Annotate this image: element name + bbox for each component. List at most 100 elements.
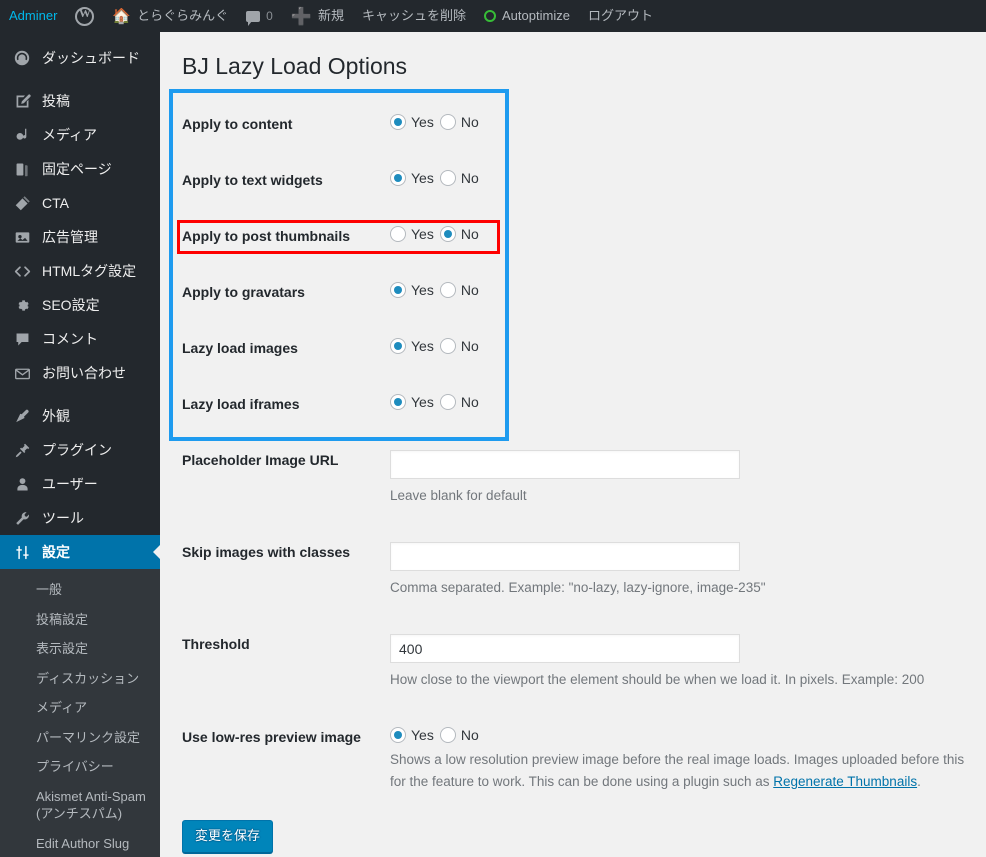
- radio-group-lazy-load-images: Yes No: [390, 337, 976, 354]
- radio-apply-to-gravatars-no[interactable]: [439, 281, 456, 298]
- radio-wrap-yes[interactable]: Yes: [390, 393, 434, 410]
- sidebar-item-appearance[interactable]: 外観: [0, 399, 160, 433]
- sidebar-item-seo[interactable]: SEO設定: [0, 288, 160, 322]
- adminbar-site-name-label: とらぐらみんぐ: [137, 8, 229, 23]
- radio-wrap-yes[interactable]: Yes: [390, 169, 434, 186]
- radio-wrap-no[interactable]: No: [439, 393, 479, 410]
- radio-label-no[interactable]: No: [461, 282, 479, 298]
- comment-icon: [12, 329, 32, 349]
- home-icon: 🏠: [112, 7, 132, 25]
- sidebar-subitem-reading[interactable]: 表示設定: [0, 634, 160, 664]
- radio-wrap-no[interactable]: No: [439, 281, 479, 298]
- radio-label-no[interactable]: No: [461, 338, 479, 354]
- radio-label-no[interactable]: No: [461, 170, 479, 186]
- radio-wrap-yes[interactable]: Yes: [390, 225, 434, 242]
- radio-wrap-no[interactable]: No: [439, 225, 479, 242]
- radio-label-yes[interactable]: Yes: [411, 394, 434, 410]
- radio-wrap-no[interactable]: No: [439, 113, 479, 130]
- radio-apply-to-gravatars-yes[interactable]: [390, 281, 406, 298]
- radio-wrap-yes[interactable]: Yes: [390, 337, 434, 354]
- sidebar-item-cta[interactable]: CTA: [0, 186, 160, 220]
- sidebar-item-contact[interactable]: お問い合わせ: [0, 356, 160, 390]
- skip-classes-input[interactable]: [390, 542, 740, 572]
- radio-label-no[interactable]: No: [461, 226, 479, 242]
- sidebar-item-pages[interactable]: 固定ページ: [0, 152, 160, 186]
- sidebar-subitem-discussion[interactable]: ディスカッション: [0, 664, 160, 694]
- threshold-description: How close to the viewport the element sh…: [390, 672, 925, 688]
- radio-apply-to-text-widgets-yes[interactable]: [390, 169, 406, 186]
- sidebar-subitem-media[interactable]: メディア: [0, 693, 160, 723]
- radio-label-no[interactable]: No: [461, 114, 479, 130]
- sidebar-item-settings[interactable]: 設定: [0, 535, 160, 569]
- radio-wrap-yes[interactable]: Yes: [390, 726, 434, 743]
- radio-wrap-no[interactable]: No: [439, 169, 479, 186]
- radio-wrap-no[interactable]: No: [439, 337, 479, 354]
- sidebar-subitem-privacy[interactable]: プライバシー: [0, 752, 160, 782]
- sidebar-item-label: SEO設定: [42, 296, 100, 313]
- adminbar-item-clear-cache[interactable]: キャッシュを削除: [353, 0, 475, 32]
- adminbar-item-wp-logo[interactable]: [66, 0, 103, 32]
- sidebar-item-label: ダッシュボード: [42, 49, 140, 66]
- radio-label-no[interactable]: No: [461, 394, 479, 410]
- sidebar-subitem-writing[interactable]: 投稿設定: [0, 605, 160, 635]
- menu-spacer-top: [0, 32, 160, 41]
- adminbar-item-autoptimize[interactable]: Autoptimize: [475, 0, 579, 32]
- adminbar-autoptimize-label: Autoptimize: [502, 8, 570, 23]
- radio-label-yes[interactable]: Yes: [411, 114, 434, 130]
- adminbar-item-new-content[interactable]: ➕ 新規: [282, 0, 353, 32]
- sidebar-subitem-permalinks[interactable]: パーマリンク設定: [0, 723, 160, 753]
- sidebar-item-comments[interactable]: コメント: [0, 322, 160, 356]
- radio-wrap-yes[interactable]: Yes: [390, 281, 434, 298]
- radio-lowres-no[interactable]: [439, 726, 456, 743]
- radio-label-yes[interactable]: Yes: [411, 170, 434, 186]
- adminbar-item-logout[interactable]: ログアウト: [579, 0, 662, 32]
- radio-label-no[interactable]: No: [461, 727, 479, 743]
- adminbar-item-site-name[interactable]: 🏠 とらぐらみんぐ: [103, 0, 237, 32]
- radio-label-yes[interactable]: Yes: [411, 282, 434, 298]
- sidebar-item-ads[interactable]: 広告管理: [0, 220, 160, 254]
- radio-wrap-yes[interactable]: Yes: [390, 113, 434, 130]
- radio-lazy-load-images-no[interactable]: [439, 337, 456, 354]
- settings-submenu: 一般 投稿設定 表示設定 ディスカッション メディア パーマリンク設定 プライバ…: [0, 569, 160, 857]
- adminbar-comment-count: 0: [266, 9, 273, 23]
- radio-label-yes[interactable]: Yes: [411, 338, 434, 354]
- sidebar-item-html-tags[interactable]: HTMLタグ設定: [0, 254, 160, 288]
- sidebar-item-users[interactable]: ユーザー: [0, 467, 160, 501]
- placeholder-url-input[interactable]: [390, 449, 740, 479]
- adminbar-item-adminer[interactable]: Adminer: [0, 0, 66, 32]
- sidebar-subitem-akismet[interactable]: Akismet Anti-Spam (アンチスパム): [0, 782, 160, 829]
- save-changes-button[interactable]: 変更を保存: [182, 820, 274, 854]
- row-label-apply-to-gravatars: Apply to gravatars: [182, 283, 305, 300]
- sidebar-item-plugins[interactable]: プラグイン: [0, 433, 160, 467]
- adminbar-new-label: 新規: [317, 8, 344, 23]
- sidebar-item-label: 設定: [42, 543, 70, 560]
- sidebar-subitem-edit-author-slug[interactable]: Edit Author Slug: [0, 829, 160, 857]
- radio-apply-to-content-yes[interactable]: [390, 113, 406, 130]
- sidebar-item-label: HTMLタグ設定: [42, 262, 137, 279]
- adminbar-item-comments[interactable]: 0: [237, 0, 282, 32]
- threshold-input[interactable]: [390, 634, 740, 664]
- row-field-apply-to-gravatars: Yes No: [390, 264, 986, 320]
- radio-lazy-load-images-yes[interactable]: [390, 337, 406, 354]
- sidebar-item-dashboard[interactable]: ダッシュボード: [0, 41, 160, 75]
- radio-apply-to-post-thumbnails-yes[interactable]: [390, 225, 406, 242]
- sidebar-item-posts[interactable]: 投稿: [0, 84, 160, 118]
- sidebar-item-tools[interactable]: ツール: [0, 501, 160, 535]
- sidebar-item-media[interactable]: メディア: [0, 118, 160, 152]
- radio-apply-to-content-no[interactable]: [439, 113, 456, 130]
- radio-label-yes[interactable]: Yes: [411, 727, 434, 743]
- lowres-description-line1: Shows a low resolution preview image bef…: [390, 751, 965, 767]
- regenerate-thumbnails-link[interactable]: Regenerate Thumbnails: [773, 774, 917, 789]
- row-field-apply-to-text-widgets: Yes No: [390, 152, 986, 208]
- circle-icon: [484, 10, 497, 22]
- adminbar-logout-label: ログアウト: [587, 8, 653, 23]
- radio-label-yes[interactable]: Yes: [411, 226, 434, 242]
- radio-lazy-load-iframes-yes[interactable]: [390, 393, 406, 410]
- radio-apply-to-post-thumbnails-no[interactable]: [439, 225, 456, 242]
- sidebar-subitem-general[interactable]: 一般: [0, 575, 160, 605]
- radio-apply-to-text-widgets-no[interactable]: [439, 169, 456, 186]
- submit-area: 変更を保存: [160, 810, 986, 857]
- radio-wrap-no[interactable]: No: [439, 726, 479, 743]
- radio-lazy-load-iframes-no[interactable]: [439, 393, 456, 410]
- radio-lowres-yes[interactable]: [390, 726, 406, 743]
